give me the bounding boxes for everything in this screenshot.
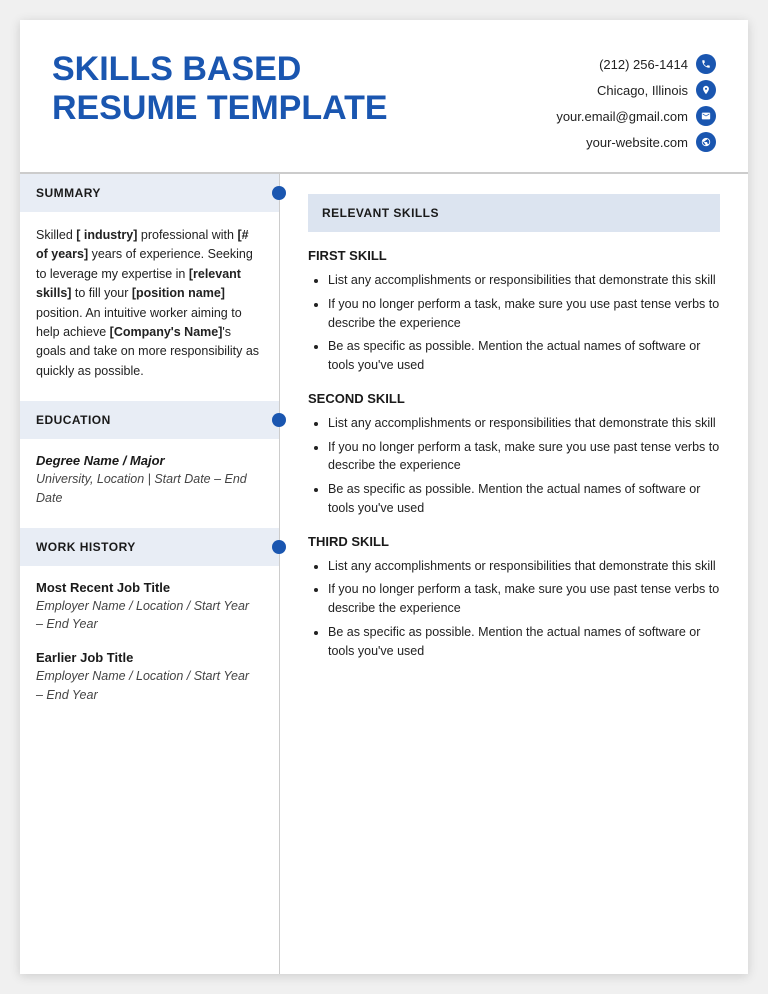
- skill-block-2: SECOND SKILL List any accomplishments or…: [308, 391, 720, 518]
- skill-title-3: THIRD SKILL: [308, 534, 720, 549]
- resume-page: SKILLS BASED RESUME TEMPLATE (212) 256-1…: [20, 20, 748, 974]
- skill-3-bullet-2: If you no longer perform a task, make su…: [328, 580, 720, 618]
- relevant-skills-heading: RELEVANT SKILLS: [322, 206, 439, 220]
- summary-section-header: SUMMARY: [20, 174, 279, 212]
- job-title-2: Earlier Job Title: [36, 650, 263, 665]
- location-icon: [696, 80, 716, 100]
- header: SKILLS BASED RESUME TEMPLATE (212) 256-1…: [20, 20, 748, 174]
- contact-email-row: your.email@gmail.com: [556, 106, 716, 126]
- phone-text: (212) 256-1414: [599, 57, 688, 72]
- edu-details: University, Location | Start Date – End …: [36, 470, 263, 508]
- summary-section: Skilled [ industry] professional with [#…: [20, 226, 279, 401]
- work-history-section: Most Recent Job Title Employer Name / Lo…: [20, 580, 279, 725]
- skill-list-2: List any accomplishments or responsibili…: [308, 414, 720, 518]
- skill-1-bullet-2: If you no longer perform a task, make su…: [328, 295, 720, 333]
- work-history-section-header: WORK HISTORY: [20, 528, 279, 566]
- skill-2-bullet-1: List any accomplishments or responsibili…: [328, 414, 720, 433]
- education-heading: EDUCATION: [36, 413, 111, 427]
- left-column: SUMMARY Skilled [ industry] professional…: [20, 174, 280, 974]
- job-item-1: Most Recent Job Title Employer Name / Lo…: [36, 580, 263, 635]
- education-section-header: EDUCATION: [20, 401, 279, 439]
- skill-1-bullet-3: Be as specific as possible. Mention the …: [328, 337, 720, 375]
- skill-2-bullet-2: If you no longer perform a task, make su…: [328, 438, 720, 476]
- header-contact: (212) 256-1414 Chicago, Illinois your.em…: [496, 50, 716, 152]
- edu-degree: Degree Name / Major: [36, 453, 263, 468]
- skill-2-bullet-3: Be as specific as possible. Mention the …: [328, 480, 720, 518]
- summary-heading: SUMMARY: [36, 186, 101, 200]
- summary-dot: [272, 186, 286, 200]
- work-history-dot: [272, 540, 286, 554]
- email-icon: [696, 106, 716, 126]
- body: SUMMARY Skilled [ industry] professional…: [20, 174, 748, 974]
- skill-block-3: THIRD SKILL List any accomplishments or …: [308, 534, 720, 661]
- skill-list-3: List any accomplishments or responsibili…: [308, 557, 720, 661]
- skill-3-bullet-1: List any accomplishments or responsibili…: [328, 557, 720, 576]
- skill-1-bullet-1: List any accomplishments or responsibili…: [328, 271, 720, 290]
- website-icon: [696, 132, 716, 152]
- header-title: SKILLS BASED RESUME TEMPLATE: [52, 50, 388, 128]
- job-details-1: Employer Name / Location / Start Year– E…: [36, 597, 263, 635]
- job-details-2: Employer Name / Location / Start Year– E…: [36, 667, 263, 705]
- work-history-heading: WORK HISTORY: [36, 540, 136, 554]
- education-dot: [272, 413, 286, 427]
- contact-location-row: Chicago, Illinois: [597, 80, 716, 100]
- relevant-skills-header: RELEVANT SKILLS: [308, 194, 720, 232]
- resume-title: SKILLS BASED RESUME TEMPLATE: [52, 50, 388, 128]
- summary-text: Skilled [ industry] professional with [#…: [36, 226, 263, 381]
- skill-block-1: FIRST SKILL List any accomplishments or …: [308, 248, 720, 375]
- skill-3-bullet-3: Be as specific as possible. Mention the …: [328, 623, 720, 661]
- right-column: RELEVANT SKILLS FIRST SKILL List any acc…: [280, 174, 748, 974]
- skill-title-1: FIRST SKILL: [308, 248, 720, 263]
- contact-phone-row: (212) 256-1414: [599, 54, 716, 74]
- skill-title-2: SECOND SKILL: [308, 391, 720, 406]
- phone-icon: [696, 54, 716, 74]
- email-text: your.email@gmail.com: [556, 109, 688, 124]
- job-title-1: Most Recent Job Title: [36, 580, 263, 595]
- skill-list-1: List any accomplishments or responsibili…: [308, 271, 720, 375]
- job-item-2: Earlier Job Title Employer Name / Locati…: [36, 650, 263, 705]
- location-text: Chicago, Illinois: [597, 83, 688, 98]
- contact-website-row: your-website.com: [586, 132, 716, 152]
- website-text: your-website.com: [586, 135, 688, 150]
- education-section: Degree Name / Major University, Location…: [20, 453, 279, 528]
